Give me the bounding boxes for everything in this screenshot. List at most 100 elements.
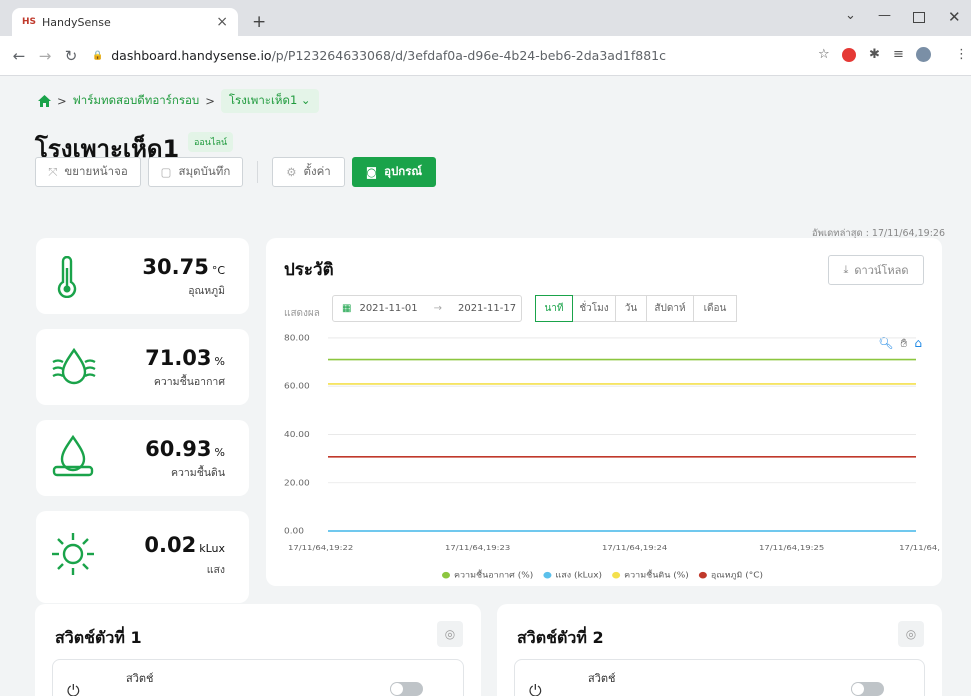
breadcrumb-current: โรงเพาะเห็ด1 (228, 93, 298, 107)
close-tab-icon[interactable]: × (216, 14, 228, 30)
x-tick-label: 17/11/64,19:22 (288, 544, 353, 552)
stat-value-row: 30.75 °C (142, 255, 225, 279)
switch-1-toggle[interactable] (390, 682, 423, 696)
switch-1-title: สวิตช์ตัวที่ 1 (55, 628, 142, 647)
device-chip-icon: ◙ (365, 165, 378, 179)
y-tick-label: 0.00 (284, 526, 304, 535)
stat-card-temperature: 30.75 °C อุณหภูมิ (36, 238, 249, 314)
switch-card-1: สวิตช์ตัวที่ 1 ◎ ⏻ สวิตช์ (35, 604, 481, 696)
switch-1-settings-icon[interactable]: ◎ (437, 621, 463, 647)
y-tick-label: 80.00 (284, 333, 310, 342)
switch-2-settings-icon[interactable]: ◎ (898, 621, 924, 647)
power-icon: ⏻ (529, 681, 542, 696)
stat-value-row: 0.02 kLux (144, 533, 225, 557)
browser-tab-strip: HS HandySense × + ⌄ — ✕ (0, 0, 971, 36)
status-badge: ออนไลน์ (188, 132, 234, 152)
maximize-button[interactable] (913, 12, 925, 23)
breadcrumb-farm[interactable]: ฟาร์มทดสอบดีทอาร์กรอบ (73, 92, 200, 110)
settings-label: ตั้งค่า (303, 164, 331, 178)
breadcrumb: > ฟาร์มทดสอบดีทอาร์กรอบ > โรงเพาะเห็ด1 ⌄ (38, 89, 319, 113)
home-icon[interactable] (38, 95, 51, 107)
breadcrumb-separator: > (57, 94, 67, 108)
stat-value-row: 71.03% (145, 346, 225, 370)
period-minute[interactable]: นาที (535, 295, 573, 322)
lock-icon: 🔒 (92, 50, 104, 61)
air-humidity-value: 71.03 (145, 346, 212, 370)
soil-moisture-unit: % (214, 446, 225, 459)
air-humidity-label: ความชื้นอากาศ (153, 376, 225, 388)
temperature-unit: °C (211, 264, 225, 277)
breadcrumb-current-dropdown[interactable]: โรงเพาะเห็ด1 ⌄ (220, 89, 319, 113)
breadcrumb-separator: > (205, 94, 215, 108)
light-unit: kLux (199, 542, 225, 555)
light-label: แสง (206, 564, 225, 576)
stat-card-air-humidity: 71.03% ความชื้นอากาศ (36, 329, 249, 405)
adblock-extension-icon[interactable] (842, 48, 856, 62)
tab-search-icon[interactable]: ⌄ (845, 8, 856, 23)
soil-moisture-value: 60.93 (145, 437, 212, 461)
thermometer-icon (57, 256, 77, 298)
temperature-label: อุณหภูมิ (188, 285, 225, 297)
reading-list-icon[interactable]: ≡ (893, 47, 904, 62)
history-line-chart: 0.00 20.00 40.00 60.00 80.00 17/11/64,19:22 17… (284, 333, 940, 580)
temperature-value: 30.75 (142, 255, 209, 279)
notebook-label: สมุดบันทึก (178, 164, 231, 178)
legend-label-3: อุณหภูมิ (°C) (711, 570, 763, 580)
switch-2-title: สวิตช์ตัวที่ 2 (517, 628, 604, 647)
devices-button[interactable]: ◙ อุปกรณ์ (352, 157, 436, 187)
expand-label: ขยายหน้าจอ (64, 164, 128, 178)
legend-label-0: ความชื้นอากาศ (%) (454, 570, 533, 580)
gear-icon: ⚙ (286, 165, 297, 179)
switch-2-row: ⏻ สวิตช์ (514, 659, 925, 696)
sun-icon (52, 533, 94, 575)
switch-1-row: ⏻ สวิตช์ (52, 659, 464, 696)
y-tick-label: 60.00 (284, 381, 310, 390)
stat-card-soil-moisture: 60.93% ความชื้นดิน (36, 420, 249, 496)
switch-1-label: สวิตช์ (126, 672, 154, 685)
legend-label-1: แสง (kLux) (555, 570, 602, 579)
back-icon[interactable]: ← (12, 47, 26, 65)
bookmark-star-icon[interactable]: ☆ (818, 47, 830, 62)
power-icon: ⏻ (67, 681, 80, 696)
history-card: ประวัติ ⤓ ดาวน์โหลด แสดงผล ▦ 2021-11-01 →… (266, 238, 942, 586)
legend-marker-3 (698, 571, 707, 579)
soil-moisture-icon (52, 434, 94, 477)
legend-marker-1 (543, 571, 552, 579)
close-window-button[interactable]: ✕ (948, 8, 961, 26)
expand-icon: ⤧ (48, 164, 58, 179)
soil-moisture-label: ความชื้นดิน (170, 467, 225, 479)
legend-marker-0 (442, 571, 450, 579)
legend-label-2: ความชื้นดิน (%) (624, 570, 689, 580)
y-tick-label: 20.00 (284, 478, 310, 487)
light-value: 0.02 (144, 533, 197, 557)
expand-screen-button[interactable]: ⤧ ขยายหน้าจอ (35, 157, 141, 187)
extensions-icon[interactable]: ✱ (869, 47, 880, 62)
reload-icon[interactable]: ↻ (64, 47, 78, 65)
x-tick-label: 17/11/64, (899, 544, 940, 552)
legend-marker-2 (612, 571, 621, 579)
browser-tab[interactable]: HS HandySense × (12, 8, 238, 36)
stat-value-row: 60.93% (145, 437, 225, 461)
x-tick-label: 17/11/64,19:23 (445, 544, 510, 552)
switch-2-label: สวิตช์ (588, 672, 616, 685)
switch-card-2: สวิตช์ตัวที่ 2 ◎ ⏻ สวิตช์ (497, 604, 942, 696)
address-bar[interactable]: 🔒 dashboard.handysense.io/p/P12326463306… (92, 48, 666, 63)
notebook-icon: ▢ (160, 165, 172, 179)
profile-avatar[interactable] (916, 47, 931, 62)
y-tick-label: 40.00 (284, 430, 310, 439)
new-tab-button[interactable]: + (252, 12, 266, 32)
stat-card-light: 0.02 kLux แสง (36, 511, 249, 603)
dashboard-page: > ฟาร์มทดสอบดีทอาร์กรอบ > โรงเพาะเห็ด1 ⌄… (0, 77, 971, 696)
settings-button[interactable]: ⚙ ตั้งค่า (272, 157, 345, 187)
minimize-button[interactable]: — (878, 8, 891, 23)
tab-title: HandySense (42, 15, 111, 29)
air-humidity-icon (52, 347, 96, 385)
x-tick-label: 17/11/64,19:25 (759, 544, 824, 552)
switch-2-toggle[interactable] (851, 682, 884, 696)
x-tick-label: 17/11/64,19:24 (602, 544, 667, 552)
url-host: dashboard.handysense.io (111, 48, 272, 63)
forward-icon[interactable]: → (38, 47, 52, 65)
notebook-button[interactable]: ▢ สมุดบันทึก (148, 157, 243, 187)
chrome-menu-icon[interactable]: ⋮ (955, 47, 968, 62)
url-path: /p/P123264633068/d/3efdaf0a-d96e-4b24-be… (271, 48, 666, 63)
